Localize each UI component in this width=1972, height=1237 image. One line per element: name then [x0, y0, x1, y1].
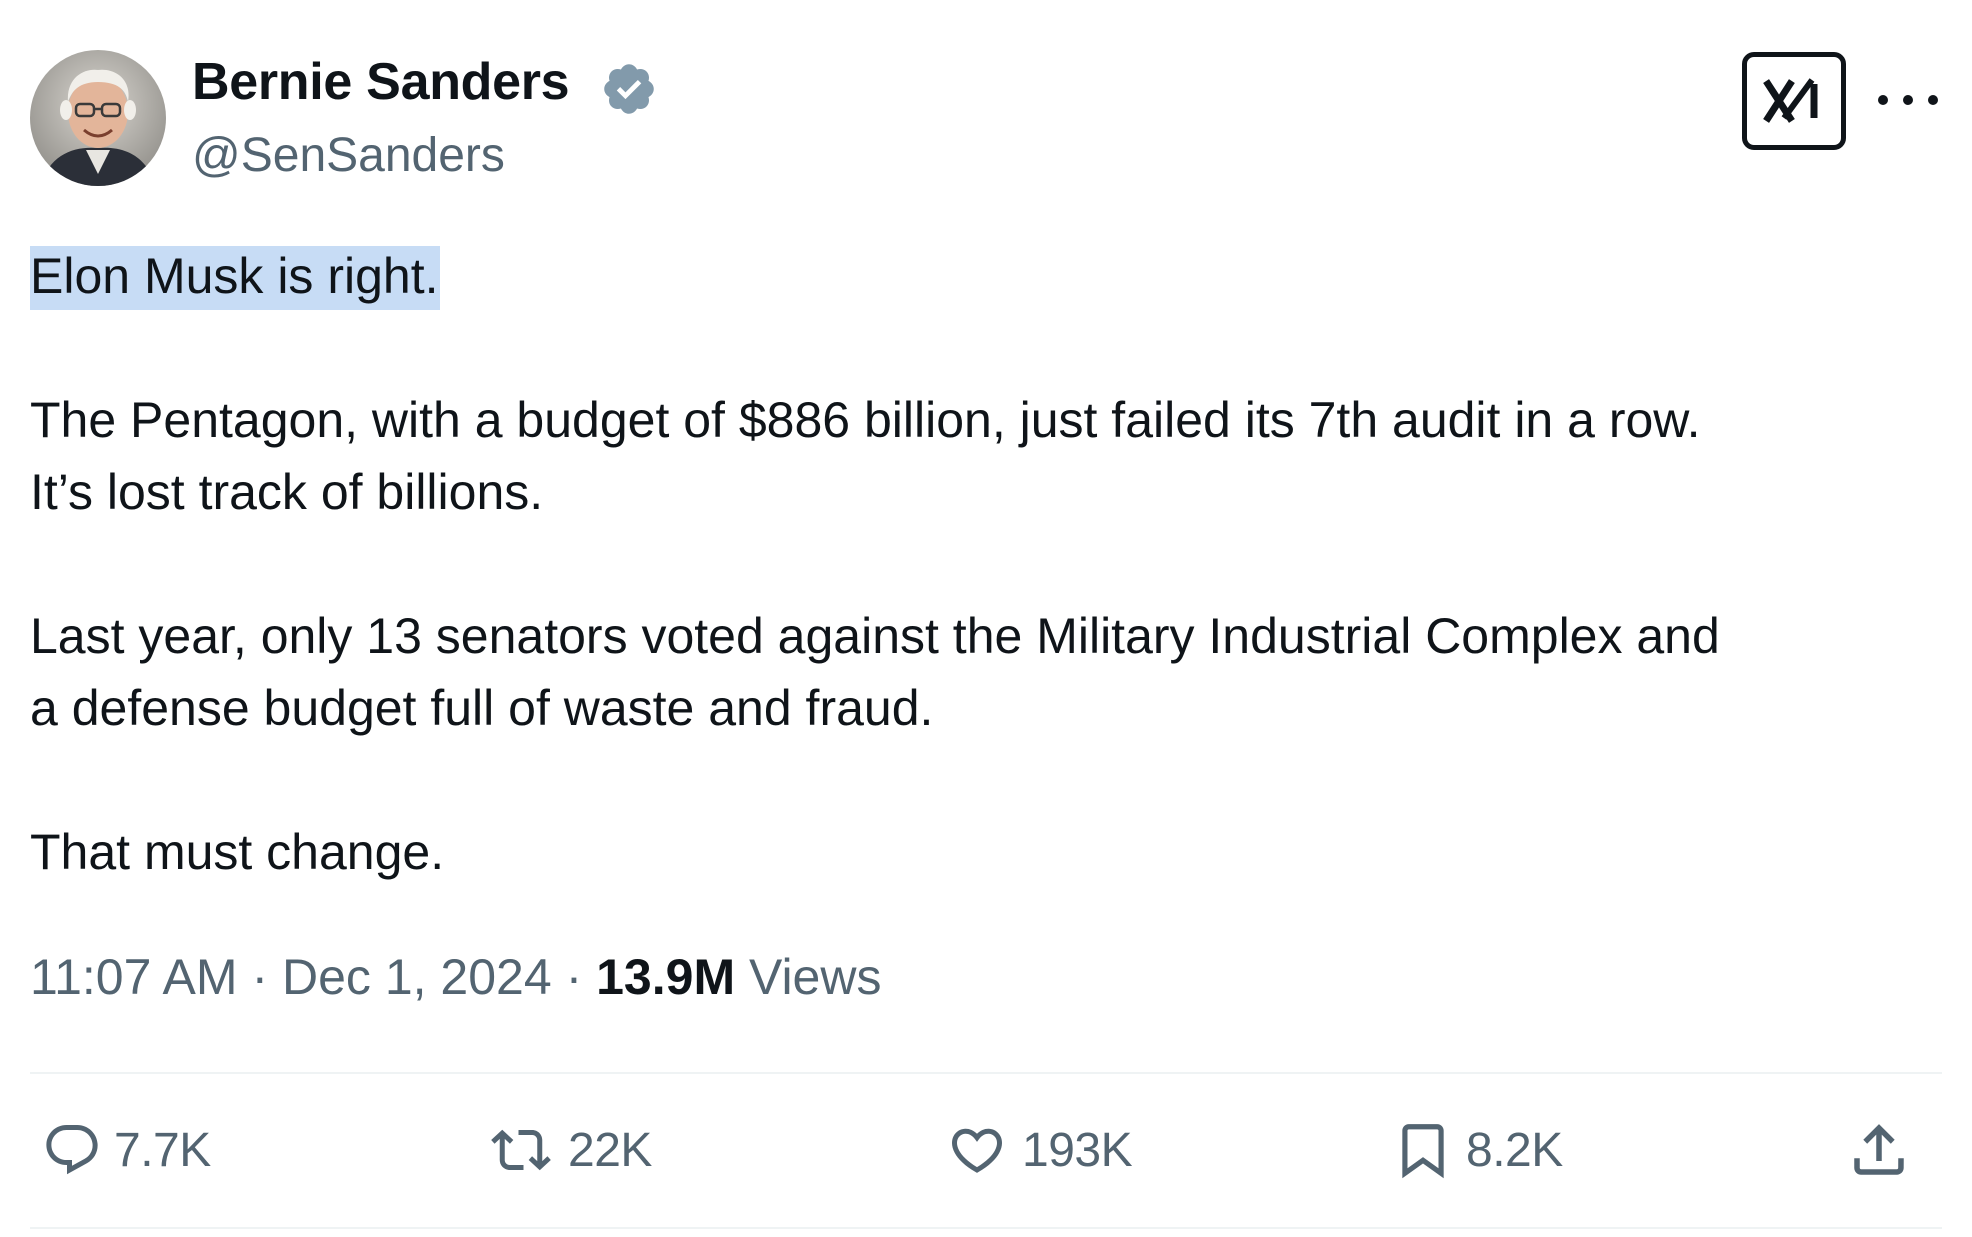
tweet-time[interactable]: 11:07 AM	[30, 949, 238, 1005]
repost-count: 22K	[568, 1123, 652, 1177]
more-icon	[1878, 95, 1888, 105]
tweet-paragraph: Elon Musk is right.	[30, 240, 1950, 312]
avatar[interactable]	[30, 50, 166, 186]
reply-icon	[46, 1125, 98, 1175]
more-icon-dot	[1928, 95, 1938, 105]
grok-button[interactable]	[1742, 52, 1846, 150]
tweet-text: Elon Musk is right. The Pentagon, with a…	[30, 240, 1950, 888]
grok-icon	[1763, 78, 1818, 123]
tweet-paragraph: That must change.	[30, 824, 445, 880]
views-label: Views	[749, 949, 882, 1005]
heart-icon	[951, 1128, 1003, 1173]
repost-icon	[491, 1129, 551, 1171]
tweet-meta: 11:07 AM · Dec 1, 2024 · 13.9M Views	[30, 948, 881, 1006]
tweet-card: Bernie Sanders @SenSanders Elon Musk is …	[0, 0, 1972, 1237]
like-count: 193K	[1022, 1123, 1133, 1177]
repost-button[interactable]: 22K	[486, 1110, 652, 1190]
bookmark-count: 8.2K	[1466, 1123, 1563, 1177]
share-icon	[1854, 1124, 1904, 1175]
reply-count: 7.7K	[114, 1123, 211, 1177]
divider	[30, 1227, 1942, 1229]
verified-badge-icon[interactable]	[600, 60, 658, 118]
tweet-paragraph: It’s lost track of billions.	[30, 464, 544, 520]
author-handle[interactable]: @SenSanders	[192, 128, 505, 183]
author-display-name[interactable]: Bernie Sanders	[192, 52, 570, 112]
views-count[interactable]: 13.9M	[596, 949, 735, 1005]
tweet-paragraph: Last year, only 13 senators voted agains…	[30, 608, 1720, 664]
bookmark-button[interactable]: 8.2K	[1392, 1110, 1563, 1190]
more-options-button[interactable]	[1878, 80, 1938, 120]
tweet-paragraph: The Pentagon, with a budget of $886 bill…	[30, 392, 1701, 448]
meta-separator: ·	[251, 949, 269, 1005]
reply-button[interactable]: 7.7K	[42, 1110, 211, 1190]
selected-text: Elon Musk is right.	[30, 246, 441, 310]
tweet-paragraph: a defense budget full of waste and fraud…	[30, 680, 934, 736]
divider	[30, 1072, 1942, 1074]
tweet-date[interactable]: Dec 1, 2024	[282, 949, 552, 1005]
more-icon-dot	[1903, 95, 1913, 105]
meta-separator: ·	[565, 949, 583, 1005]
like-button[interactable]: 193K	[944, 1110, 1133, 1190]
bookmark-icon	[1402, 1124, 1444, 1179]
share-button[interactable]	[1846, 1110, 1912, 1190]
